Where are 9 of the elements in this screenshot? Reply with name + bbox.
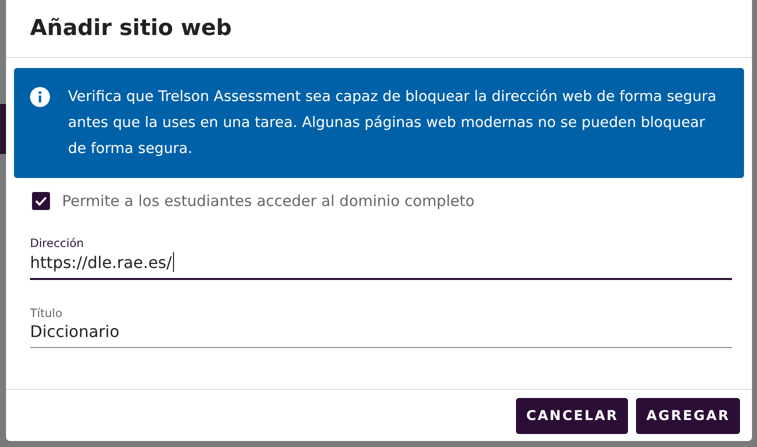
info-message: Verifica que Trelson Assessment sea capaz de bloquear la dirección web de forma segura antes que la uses en una tarea. Algunas páginas web modernas no se pueden bloquear de forma segura. xyxy=(68,88,718,159)
checkbox-label: Permite a los estudiantes acceder al dominio completo xyxy=(62,192,475,210)
checkbox[interactable] xyxy=(32,192,50,210)
input-field[interactable]: Dirección https://dle.rae.es/ xyxy=(30,236,732,280)
info-icon xyxy=(30,87,50,107)
input-field[interactable]: Título Diccionario xyxy=(30,306,732,348)
cancel-button[interactable]: CANCELAR xyxy=(516,398,628,434)
dialog-title: Añadir sitio web xyxy=(30,16,232,41)
add-button[interactable]: AGREGAR xyxy=(636,398,740,434)
